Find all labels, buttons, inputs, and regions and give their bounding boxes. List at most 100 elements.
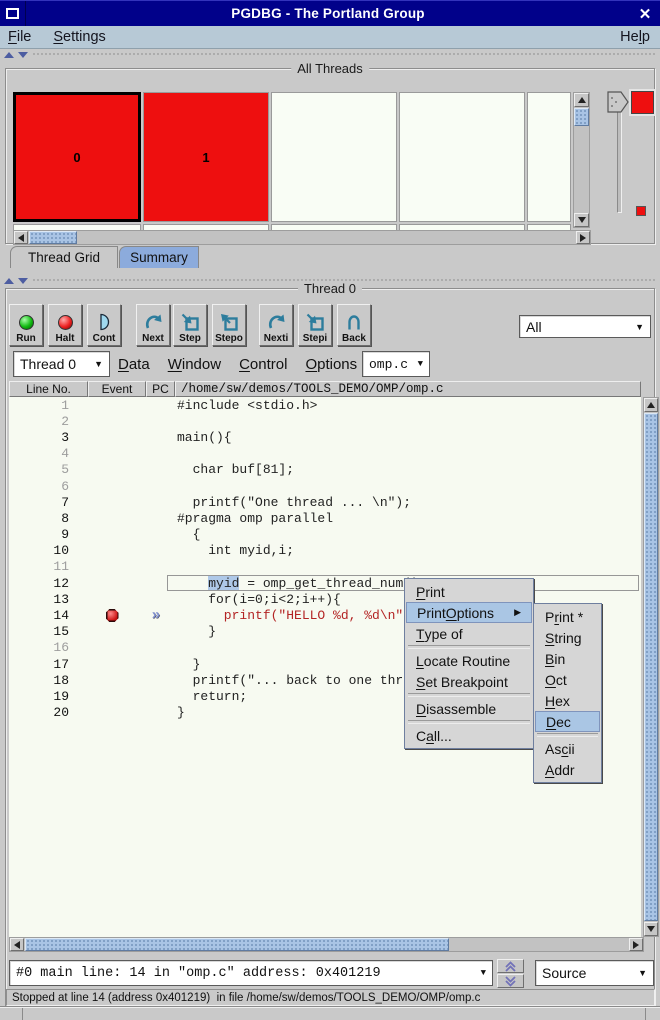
menu-settings[interactable]: Settings xyxy=(53,29,105,45)
menu-help[interactable]: Help xyxy=(620,29,650,45)
scroll-left-button[interactable] xyxy=(10,938,24,951)
halt-button[interactable]: Halt xyxy=(48,304,82,346)
context-menu-item-call[interactable]: Call... xyxy=(406,725,532,746)
step-button[interactable]: Step xyxy=(173,304,207,346)
source-row[interactable]: 7 printf("One thread ... \n"); xyxy=(9,494,641,510)
run-button[interactable]: Run xyxy=(9,304,43,346)
frame-down-button[interactable] xyxy=(497,974,524,988)
hscroll-thumb[interactable] xyxy=(25,938,449,951)
breakpoint-icon[interactable] xyxy=(106,609,119,622)
scroll-up-button[interactable] xyxy=(644,398,658,412)
source-hscrollbar[interactable] xyxy=(9,937,644,952)
context-menu-item-print-options[interactable]: Print Options▶ xyxy=(406,602,532,623)
submenu-item-hex[interactable]: Hex xyxy=(535,690,600,711)
line-number: 3 xyxy=(9,430,83,445)
source-row[interactable]: 11 xyxy=(9,559,641,575)
window-menu-button[interactable] xyxy=(0,1,26,27)
panel-menu-options[interactable]: Options xyxy=(305,356,357,373)
source-row[interactable]: 6 xyxy=(9,478,641,494)
source-row[interactable]: 1 #include <stdio.h> xyxy=(9,397,641,413)
line-number: 1 xyxy=(9,398,83,413)
scroll-right-button[interactable] xyxy=(576,231,590,244)
source-row[interactable]: 3main(){ xyxy=(9,429,641,445)
chevron-down-icon: ▼ xyxy=(94,359,103,369)
source-row[interactable]: 5 char buf[81]; xyxy=(9,462,641,478)
vscroll-thumb[interactable] xyxy=(644,413,658,921)
pc-cell: » xyxy=(141,610,171,622)
column-header-event[interactable]: Event xyxy=(88,381,146,397)
splitter-collapse-up-icon[interactable] xyxy=(4,278,14,284)
submenu-item-ascii[interactable]: Ascii xyxy=(535,738,600,759)
splitter-top[interactable] xyxy=(0,50,660,59)
source-row[interactable]: 12 myid = omp_get_thread_num(); xyxy=(9,575,641,591)
scroll-down-button[interactable] xyxy=(644,922,658,936)
back-button[interactable]: Back xyxy=(337,304,371,346)
context-menu-item-locate-routine[interactable]: Locate Routine xyxy=(406,650,532,671)
thread-grid-vscrollbar[interactable] xyxy=(573,92,590,228)
grid-zoom-slider-handle[interactable] xyxy=(606,90,630,114)
hscroll-thumb[interactable] xyxy=(29,231,77,244)
source-row[interactable]: 4 xyxy=(9,446,641,462)
source-row[interactable]: 2 xyxy=(9,413,641,429)
selected-expression[interactable]: myid xyxy=(208,576,239,591)
column-header-file-path[interactable]: /home/sw/demos/TOOLS_DEMO/OMP/omp.c xyxy=(175,381,641,397)
close-button[interactable]: ✕ xyxy=(630,5,660,23)
scroll-left-button[interactable] xyxy=(14,231,28,244)
nexti-button[interactable]: Nexti xyxy=(259,304,293,346)
stepi-button[interactable]: Stepi xyxy=(298,304,332,346)
source-row[interactable]: 9 { xyxy=(9,527,641,543)
source-row[interactable]: 10 int myid,i; xyxy=(9,543,641,559)
thread-select[interactable]: Thread 0 ▼ xyxy=(13,351,110,377)
column-header-line-no[interactable]: Line No. xyxy=(9,381,88,397)
context-menu-item-type-of[interactable]: Type of xyxy=(406,623,532,644)
view-mode-select[interactable]: Source ▼ xyxy=(535,960,654,986)
next-button[interactable]: Next xyxy=(136,304,170,346)
chevron-down-icon: ▼ xyxy=(635,322,644,332)
line-number: 16 xyxy=(9,640,83,655)
frame-up-button[interactable] xyxy=(497,959,524,973)
menu-separator xyxy=(408,693,530,697)
code-text: #include <stdio.h> xyxy=(171,398,317,413)
splitter-collapse-down-icon[interactable] xyxy=(18,278,28,284)
context-menu-item-disassemble[interactable]: Disassemble xyxy=(406,698,532,719)
context-menu-item-set-breakpoint[interactable]: Set Breakpoint xyxy=(406,671,532,692)
vscroll-thumb[interactable] xyxy=(574,108,589,126)
submenu-item-addr[interactable]: Addr xyxy=(535,759,600,780)
file-select[interactable]: omp.c ▼ xyxy=(362,351,430,377)
splitter-collapse-down-icon[interactable] xyxy=(18,52,28,58)
source-vscrollbar[interactable] xyxy=(643,397,659,937)
thread-cell-4[interactable] xyxy=(527,92,571,222)
splitter-collapse-up-icon[interactable] xyxy=(4,52,14,58)
thread-cell-2[interactable] xyxy=(271,92,397,222)
tab-summary[interactable]: Summary xyxy=(119,246,199,268)
thread-cell-3[interactable] xyxy=(399,92,525,222)
grid-zoom-slider-track[interactable] xyxy=(617,101,622,213)
submenu-item-oct[interactable]: Oct xyxy=(535,669,600,690)
event-cell[interactable] xyxy=(83,609,141,622)
scroll-right-button[interactable] xyxy=(629,938,643,951)
cont-button[interactable]: Cont xyxy=(87,304,121,346)
line-number: 15 xyxy=(9,624,83,639)
thread-grid-hscrollbar[interactable] xyxy=(13,230,591,245)
scope-select[interactable]: All ▼ xyxy=(519,315,651,338)
thread-cell-0[interactable]: 0 xyxy=(13,92,141,222)
stack-frame-select[interactable]: #0 main line: 14 in "omp.c" address: 0x4… xyxy=(9,960,493,986)
submenu-item-print[interactable]: Print * xyxy=(535,606,600,627)
panel-menu-control[interactable]: Control xyxy=(239,356,287,373)
panel-menu-data[interactable]: Data xyxy=(118,356,150,373)
stepo-button[interactable]: Stepo xyxy=(212,304,246,346)
submenu-item-string[interactable]: String xyxy=(535,627,600,648)
panel-menu-window[interactable]: Window xyxy=(168,356,221,373)
scroll-up-button[interactable] xyxy=(574,93,589,107)
submenu-item-dec[interactable]: Dec xyxy=(535,711,600,732)
thread-cell-1[interactable]: 1 xyxy=(143,92,269,222)
up-arrow-icon xyxy=(578,97,586,103)
submenu-item-bin[interactable]: Bin xyxy=(535,648,600,669)
column-header-pc[interactable]: PC xyxy=(146,381,175,397)
source-row[interactable]: 8#pragma omp parallel xyxy=(9,510,641,526)
menu-file[interactable]: File xyxy=(8,29,31,45)
scroll-down-button[interactable] xyxy=(574,213,589,227)
cont-icon xyxy=(94,312,114,332)
context-menu-item-print[interactable]: Print xyxy=(406,581,532,602)
tab-thread-grid[interactable]: Thread Grid xyxy=(10,246,118,268)
